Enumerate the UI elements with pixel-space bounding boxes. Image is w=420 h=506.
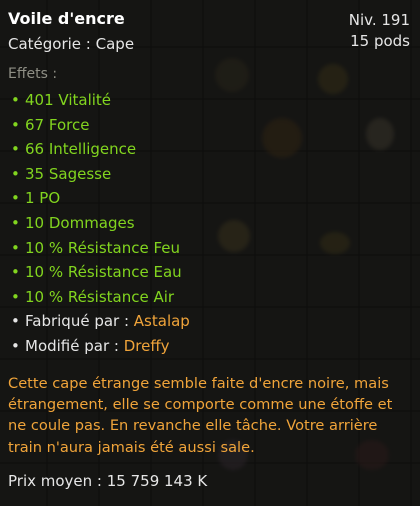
bullet-icon: • bbox=[11, 263, 20, 282]
item-level: Niv. 191 bbox=[348, 11, 410, 29]
effect-text: 10 % Résistance Air bbox=[25, 287, 175, 306]
bullet-icon: • bbox=[11, 238, 20, 257]
bullet-icon: • bbox=[11, 213, 20, 232]
effect-item: • 401 Vitalité bbox=[8, 88, 410, 113]
effect-item: • 35 Sagesse bbox=[8, 162, 410, 187]
crafter-name: Astalap bbox=[133, 312, 190, 331]
effect-item: • 67 Force bbox=[8, 113, 410, 138]
effect-text: 10 % Résistance Feu bbox=[25, 238, 181, 257]
crafted-by-label: Fabriqué par : bbox=[25, 312, 134, 331]
item-name: Voile d'encre bbox=[8, 9, 125, 28]
bullet-icon: • bbox=[11, 91, 20, 109]
crafter-list: • Fabriqué par : Astalap • Modifié par : D… bbox=[8, 309, 410, 358]
effect-text: 35 Sagesse bbox=[25, 164, 112, 183]
bullet-icon: • bbox=[11, 164, 20, 183]
effect-item: • 10 Dommages bbox=[8, 211, 410, 236]
modifier-name: Dreffy bbox=[123, 336, 170, 355]
bullet-icon: • bbox=[11, 189, 20, 208]
crafted-by: • Fabriqué par : Astalap bbox=[8, 309, 410, 334]
bullet-icon: • bbox=[11, 140, 20, 159]
effect-item: • 10 % Résistance Air bbox=[8, 285, 410, 310]
effect-item: • 66 Intelligence bbox=[8, 137, 410, 162]
tooltip-header: Voile d'encre Catégorie : Cape Niv. 191 … bbox=[8, 8, 410, 60]
effect-text: 401 Vitalité bbox=[25, 91, 112, 109]
item-category: Catégorie : Cape bbox=[8, 35, 135, 53]
effects-list: • 401 Vitalité • 67 Force • 66 Intelligence… bbox=[8, 88, 410, 309]
item-tooltip: Voile d'encre Catégorie : Cape Niv. 191 … bbox=[0, 0, 420, 506]
effect-text: 67 Force bbox=[25, 115, 90, 134]
modified-by: • Modifié par : Dreffy bbox=[8, 334, 410, 359]
average-price: Prix moyen : 15 759 143 K bbox=[8, 472, 208, 491]
effect-text: 10 Dommages bbox=[25, 213, 135, 232]
modified-by-label: Modifié par : bbox=[25, 336, 124, 355]
bullet-icon: • bbox=[11, 115, 20, 134]
item-description: Cette cape étrange semble faite d'encre … bbox=[8, 374, 393, 456]
effect-text: 10 % Résistance Eau bbox=[25, 263, 182, 282]
effects-label: Effets : bbox=[8, 66, 58, 82]
effect-item: • 1 PO bbox=[8, 186, 410, 211]
bullet-icon: • bbox=[11, 287, 20, 306]
effect-item: • 10 % Résistance Eau bbox=[8, 260, 410, 285]
effect-item: • 10 % Résistance Feu bbox=[8, 236, 410, 261]
effect-text: 1 PO bbox=[25, 189, 61, 208]
bullet-icon: • bbox=[11, 312, 20, 331]
bullet-icon: • bbox=[11, 336, 20, 355]
item-weight: 15 pods bbox=[350, 32, 410, 50]
effect-text: 66 Intelligence bbox=[25, 140, 137, 159]
